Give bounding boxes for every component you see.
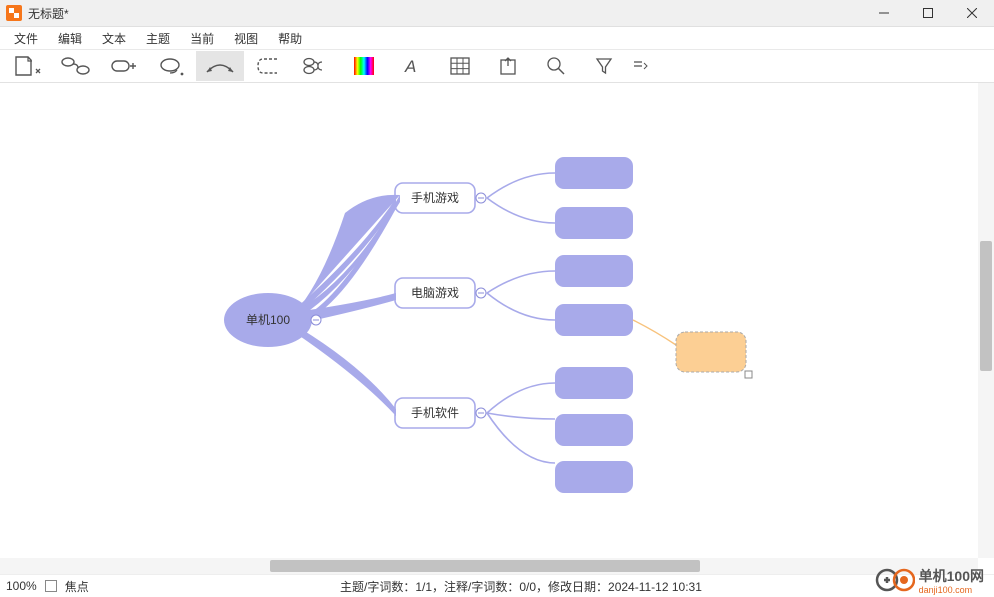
relationship-link-button[interactable] xyxy=(196,51,244,81)
zoom-level[interactable]: 100% xyxy=(6,579,37,593)
window-title: 无标题* xyxy=(28,5,862,22)
menu-bar: 文件 编辑 文本 主题 当前 视图 帮助 xyxy=(0,27,994,49)
leaf-node[interactable] xyxy=(555,255,633,287)
menu-topic[interactable]: 主题 xyxy=(136,28,180,49)
horizontal-scrollbar[interactable] xyxy=(0,558,978,574)
child-1-label: 手机游戏 xyxy=(411,191,459,205)
menu-help[interactable]: 帮助 xyxy=(268,28,312,49)
title-bar: 无标题* xyxy=(0,0,994,27)
menu-view[interactable]: 视图 xyxy=(224,28,268,49)
toolbar-overflow-button[interactable] xyxy=(628,51,652,81)
app-icon xyxy=(6,5,22,21)
child-3-label: 手机软件 xyxy=(411,406,459,420)
focus-label: 焦点 xyxy=(65,578,89,595)
minimize-button[interactable] xyxy=(862,0,906,27)
leaf-node[interactable] xyxy=(555,157,633,189)
leaf-node[interactable] xyxy=(555,304,633,336)
leaf-node[interactable] xyxy=(555,367,633,399)
new-child-topic-button[interactable] xyxy=(100,51,148,81)
menu-current[interactable]: 当前 xyxy=(180,28,224,49)
watermark-url: danji100.com xyxy=(919,585,984,595)
table-button[interactable] xyxy=(436,51,484,81)
root-label: 单机100 xyxy=(246,313,290,327)
filter-button[interactable] xyxy=(580,51,628,81)
resize-handle[interactable] xyxy=(745,371,752,378)
leaf-node[interactable] xyxy=(555,207,633,239)
status-info: 主题/字词数：1/1，注释/字词数：0/0，修改日期：2024-11-12 10… xyxy=(340,578,702,595)
new-sibling-topic-button[interactable] xyxy=(52,51,100,81)
svg-text:A: A xyxy=(404,57,416,76)
canvas[interactable]: 单机100 手机游戏 电脑游戏 手机软件 xyxy=(0,83,978,558)
leaf-node[interactable] xyxy=(555,461,633,493)
new-doc-button[interactable] xyxy=(4,51,52,81)
status-bar: 100% 焦点 主题/字词数：1/1，注释/字词数：0/0，修改日期：2024-… xyxy=(0,574,994,597)
font-button[interactable]: A xyxy=(388,51,436,81)
close-button[interactable] xyxy=(950,0,994,27)
menu-text[interactable]: 文本 xyxy=(92,28,136,49)
watermark: 单机100网 danji100.com xyxy=(875,563,984,597)
child-2-label: 电脑游戏 xyxy=(411,286,459,300)
export-button[interactable] xyxy=(484,51,532,81)
leaf-node[interactable] xyxy=(555,414,633,446)
maximize-button[interactable] xyxy=(906,0,950,27)
floating-topic-selected[interactable] xyxy=(676,332,746,372)
boundary-button[interactable] xyxy=(244,51,292,81)
floating-topic-button[interactable] xyxy=(148,51,196,81)
zoom-button[interactable] xyxy=(532,51,580,81)
focus-checkbox[interactable] xyxy=(45,580,57,592)
mindmap-svg: 单机100 手机游戏 电脑游戏 手机软件 xyxy=(0,83,978,558)
watermark-icon xyxy=(875,567,915,593)
menu-edit[interactable]: 编辑 xyxy=(48,28,92,49)
color-picker-button[interactable] xyxy=(340,51,388,81)
horizontal-scrollbar-thumb[interactable] xyxy=(270,560,700,572)
watermark-name: 单机100网 xyxy=(919,566,984,586)
summary-button[interactable] xyxy=(292,51,340,81)
toolbar: A xyxy=(0,49,994,83)
vertical-scrollbar-thumb[interactable] xyxy=(980,241,992,371)
menu-file[interactable]: 文件 xyxy=(4,28,48,49)
vertical-scrollbar[interactable] xyxy=(978,83,994,558)
